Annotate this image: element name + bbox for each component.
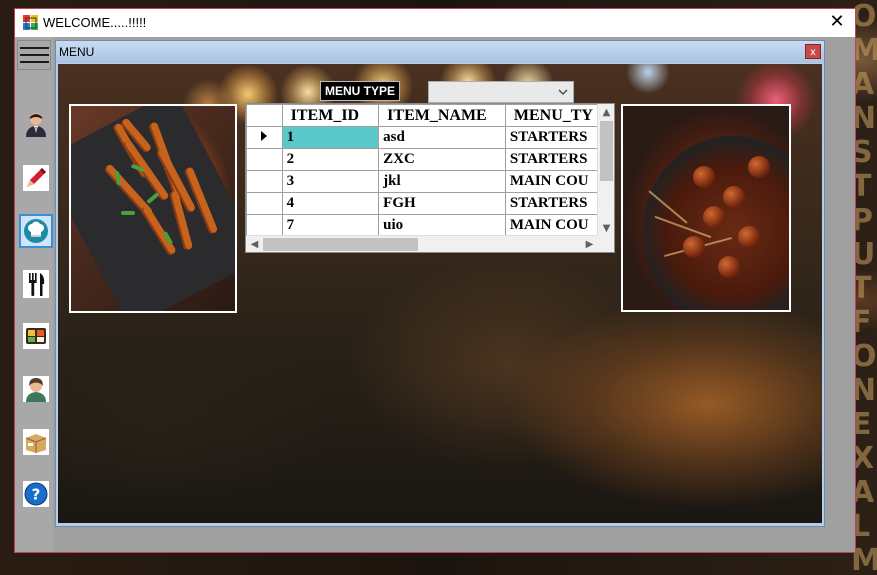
food-piece — [703, 206, 725, 228]
user-button[interactable] — [21, 109, 51, 139]
horizontal-scrollbar[interactable]: ◀ ▶ — [246, 235, 598, 252]
scroll-up-icon[interactable]: ▲ — [598, 104, 615, 121]
app-icon — [23, 15, 38, 30]
food-piece — [738, 226, 760, 248]
current-row-arrow-icon — [261, 131, 268, 141]
vertical-scrollbar[interactable]: ▲ ▼ — [597, 104, 614, 237]
cell-item-name[interactable]: jkl — [378, 170, 506, 193]
client-area: ? MENU x MENU TYPE ITEM_ID ITEM_NAME MEN… — [15, 37, 855, 552]
staff-icon — [23, 376, 49, 402]
menu-type-label: MENU TYPE — [320, 81, 401, 101]
bento-icon — [23, 323, 49, 349]
scrollbar-corner — [597, 235, 614, 252]
help-button[interactable]: ? — [21, 479, 51, 509]
table-row[interactable]: 2 ZXC STARTERS — [246, 148, 598, 171]
row-header[interactable] — [246, 214, 283, 237]
row-header[interactable] — [246, 148, 283, 171]
food-piece — [683, 236, 705, 258]
food-piece — [693, 166, 715, 188]
grid-viewport: ITEM_ID ITEM_NAME MENU_TY 1 asd STARTERS… — [246, 104, 598, 237]
cell-menu-type[interactable]: MAIN COU — [504, 214, 598, 237]
chef-hat-icon — [24, 219, 48, 243]
restaurant-background: MENU TYPE ITEM_ID ITEM_NAME MENU_TY 1 as… — [58, 64, 822, 523]
chef-button[interactable] — [19, 214, 53, 248]
combo-meals-button[interactable] — [21, 321, 51, 351]
cell-menu-type[interactable]: STARTERS — [504, 148, 598, 171]
menu-items-grid[interactable]: ITEM_ID ITEM_NAME MENU_TY 1 asd STARTERS… — [245, 103, 615, 253]
main-window: WELCOME.....!!!!! ✕ ? MENU x MENU TYPE I… — [14, 8, 856, 553]
cell-item-id[interactable]: 1 — [281, 126, 380, 149]
food-piece — [718, 256, 740, 278]
fork-knife-icon — [23, 270, 49, 298]
staff-button[interactable] — [21, 374, 51, 404]
food-piece — [748, 156, 770, 178]
scroll-left-icon[interactable]: ◀ — [246, 236, 263, 253]
table-row[interactable]: 1 asd STARTERS — [246, 126, 598, 149]
cell-item-id[interactable]: 7 — [281, 214, 380, 237]
inventory-button[interactable] — [21, 427, 51, 457]
column-header-item-id[interactable]: ITEM_ID — [281, 104, 380, 127]
svg-text:?: ? — [32, 486, 41, 504]
window-close-button[interactable]: ✕ — [825, 11, 849, 33]
cell-item-name[interactable]: ZXC — [378, 148, 506, 171]
table-row[interactable]: 3 jkl MAIN COU — [246, 170, 598, 193]
column-header-menu-type[interactable]: MENU_TY — [504, 104, 598, 127]
cell-menu-type[interactable]: STARTERS — [504, 192, 598, 215]
cell-item-id[interactable]: 2 — [281, 148, 380, 171]
user-icon — [26, 113, 46, 137]
hamburger-line — [20, 61, 49, 63]
help-icon: ? — [23, 481, 49, 507]
child-title: MENU — [59, 45, 95, 59]
hamburger-line — [20, 54, 49, 56]
horizontal-scroll-thumb[interactable] — [263, 238, 418, 251]
cell-menu-type[interactable]: STARTERS — [504, 126, 598, 149]
cell-item-name[interactable]: uio — [378, 214, 506, 237]
table-row[interactable]: 4 FGH STARTERS — [246, 192, 598, 215]
column-header-item-name[interactable]: ITEM_NAME — [378, 104, 506, 127]
child-close-button[interactable]: x — [805, 44, 821, 59]
cell-item-id[interactable]: 4 — [281, 192, 380, 215]
garnish — [121, 211, 135, 215]
row-header[interactable] — [246, 170, 283, 193]
edit-button[interactable] — [21, 163, 51, 193]
cell-item-id[interactable]: 3 — [281, 170, 380, 193]
cell-item-name[interactable]: FGH — [378, 192, 506, 215]
left-toolbar: ? — [15, 37, 53, 552]
row-header-current[interactable] — [246, 126, 283, 149]
food-piece — [723, 186, 745, 208]
chevron-down-icon — [558, 89, 568, 95]
food-image-left — [69, 104, 237, 313]
food-image-right — [621, 104, 791, 312]
menu-items-button[interactable] — [21, 269, 51, 299]
table-row[interactable]: 7 uio MAIN COU — [246, 214, 598, 237]
pen-icon — [23, 165, 49, 191]
grid-header-row: ITEM_ID ITEM_NAME MENU_TY — [246, 104, 598, 127]
row-header-corner — [246, 104, 283, 127]
vertical-scroll-thumb[interactable] — [600, 121, 613, 181]
hamburger-menu-button[interactable] — [17, 40, 51, 70]
cell-item-name[interactable]: asd — [378, 126, 506, 149]
scroll-right-icon[interactable]: ▶ — [581, 236, 598, 253]
child-title-bar: MENU x — [56, 41, 824, 63]
menu-child-window: MENU x MENU TYPE ITEM_ID ITEM_NAME MENU_… — [55, 40, 825, 527]
cell-menu-type[interactable]: MAIN COU — [504, 170, 598, 193]
grid-table: ITEM_ID ITEM_NAME MENU_TY 1 asd STARTERS… — [246, 104, 598, 237]
hamburger-line — [20, 47, 49, 49]
row-header[interactable] — [246, 192, 283, 215]
menu-type-dropdown[interactable] — [428, 81, 574, 103]
title-bar: WELCOME.....!!!!! ✕ — [15, 9, 855, 37]
window-title: WELCOME.....!!!!! — [43, 15, 147, 30]
box-icon — [23, 429, 49, 455]
